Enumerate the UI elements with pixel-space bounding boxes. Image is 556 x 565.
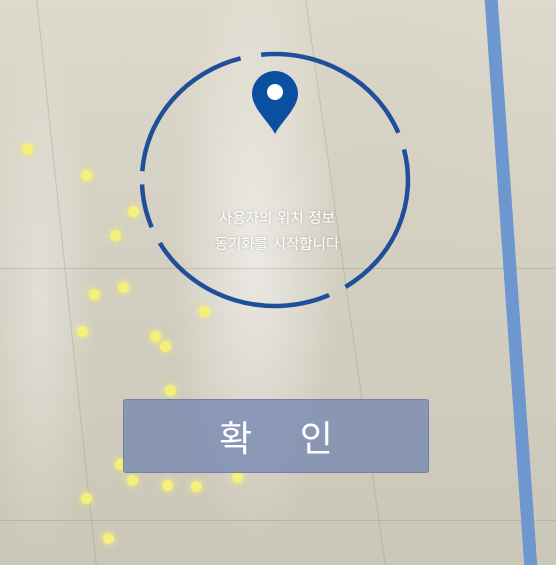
feature-point — [103, 533, 114, 544]
location-pin-icon — [252, 71, 298, 134]
feature-point — [165, 385, 176, 396]
sync-ring-segment — [140, 56, 242, 172]
feature-point — [150, 331, 161, 342]
location-sync-indicator: 사용자의 위치 정보 동기화를 시작합니다 — [137, 50, 417, 310]
feature-point — [127, 475, 138, 486]
sync-message-line2: 동기화를 시작합니다 — [214, 237, 340, 253]
ar-camera-view: 사용자의 위치 정보 동기화를 시작합니다 확 인 — [0, 0, 556, 565]
sync-ring — [139, 51, 411, 309]
feature-point — [191, 481, 202, 492]
feature-point — [162, 480, 173, 491]
sync-message: 사용자의 위치 정보 동기화를 시작합니다 — [137, 206, 417, 258]
feature-point — [118, 282, 129, 293]
confirm-button[interactable]: 확 인 — [123, 399, 429, 473]
feature-point — [81, 170, 92, 181]
feature-point — [110, 230, 121, 241]
feature-point — [77, 326, 88, 337]
sync-message-line1: 사용자의 위치 정보 — [219, 211, 335, 227]
feature-point — [22, 144, 33, 155]
feature-point — [89, 289, 100, 300]
feature-point — [232, 472, 243, 483]
feature-point — [160, 341, 171, 352]
feature-point — [81, 493, 92, 504]
